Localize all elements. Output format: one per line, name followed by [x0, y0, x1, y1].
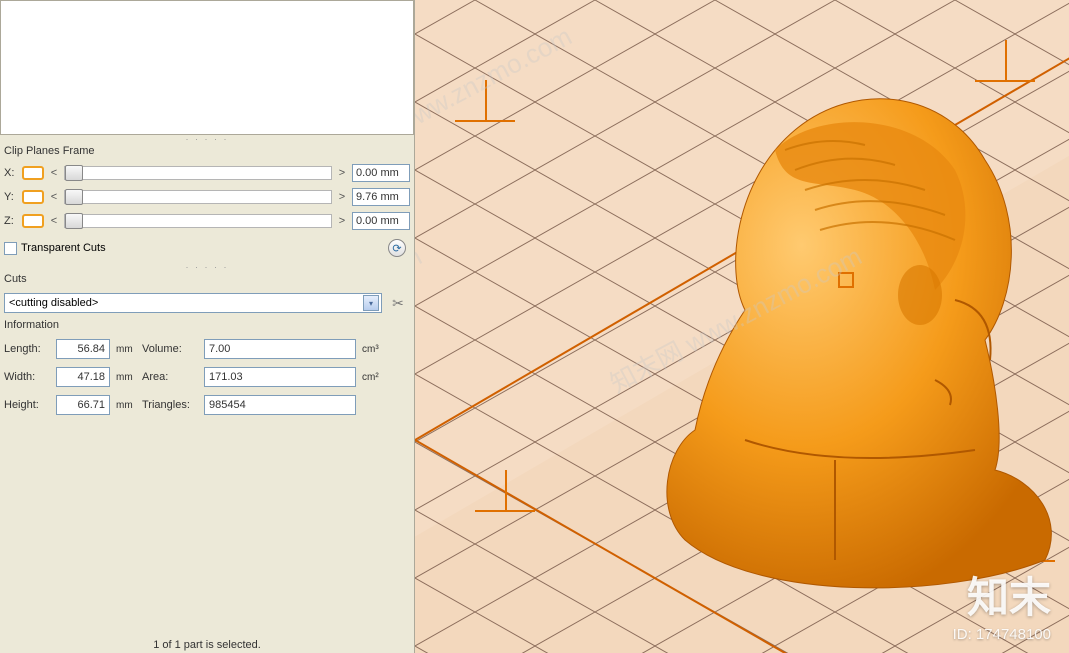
x-decrement[interactable]: < — [48, 167, 60, 179]
area-field[interactable] — [204, 367, 356, 387]
length-unit: mm — [116, 344, 136, 355]
selection-center-icon — [838, 272, 854, 288]
z-decrement[interactable]: < — [48, 215, 60, 227]
height-label: Height: — [4, 399, 50, 411]
transparent-cuts-label: Transparent Cuts — [21, 242, 106, 254]
y-increment[interactable]: > — [336, 191, 348, 203]
width-label: Width: — [4, 371, 50, 383]
panel-grip-2[interactable]: · · · · · — [0, 263, 414, 271]
length-label: Length: — [4, 343, 50, 355]
toggle-x[interactable] — [22, 166, 44, 180]
status-text: 1 of 1 part is selected. — [0, 639, 414, 651]
axis-x-label: X: — [4, 167, 18, 179]
z-increment[interactable]: > — [336, 215, 348, 227]
y-value-input[interactable] — [352, 188, 410, 206]
triangles-label: Triangles: — [142, 399, 198, 411]
watermark-brand: 知末 — [967, 564, 1051, 625]
clip-z-row: Z: < > — [0, 209, 414, 233]
toggle-y[interactable] — [22, 190, 44, 204]
width-unit: mm — [116, 372, 136, 383]
information-panel: Length: mm Volume: cm³ Width: mm Area: c… — [0, 335, 414, 423]
slider-z[interactable] — [64, 214, 332, 228]
slider-x[interactable] — [64, 166, 332, 180]
cuts-select-value: <cutting disabled> — [9, 297, 98, 309]
area-unit: cm² — [362, 372, 388, 383]
tree-placeholder — [0, 0, 414, 135]
area-label: Area: — [142, 371, 198, 383]
slider-y-thumb[interactable] — [65, 189, 83, 205]
information-title: Information — [0, 317, 414, 335]
volume-unit: cm³ — [362, 344, 388, 355]
slider-z-thumb[interactable] — [65, 213, 83, 229]
axis-marker-icon — [455, 80, 515, 140]
clip-planes-title: Clip Planes Frame — [0, 143, 414, 161]
scissors-icon[interactable]: ✂ — [388, 293, 408, 313]
chevron-down-icon[interactable]: ▾ — [363, 295, 379, 311]
slider-y[interactable] — [64, 190, 332, 204]
model-bust[interactable] — [595, 40, 1069, 600]
y-decrement[interactable]: < — [48, 191, 60, 203]
axis-y-label: Y: — [4, 191, 18, 203]
height-field[interactable] — [56, 395, 110, 415]
length-field[interactable] — [56, 339, 110, 359]
cuts-select[interactable]: <cutting disabled> ▾ — [4, 293, 382, 313]
x-increment[interactable]: > — [336, 167, 348, 179]
slider-x-thumb[interactable] — [65, 165, 83, 181]
volume-label: Volume: — [142, 343, 198, 355]
clip-x-row: X: < > — [0, 161, 414, 185]
z-value-input[interactable] — [352, 212, 410, 230]
panel-grip[interactable]: · · · · · — [0, 135, 414, 143]
width-field[interactable] — [56, 367, 110, 387]
axis-z-label: Z: — [4, 215, 18, 227]
left-panel: · · · · · Clip Planes Frame X: < > Y: < … — [0, 0, 415, 653]
x-value-input[interactable] — [352, 164, 410, 182]
refresh-icon[interactable]: ⟳ — [388, 239, 406, 257]
height-unit: mm — [116, 400, 136, 411]
toggle-z[interactable] — [22, 214, 44, 228]
viewport-3d[interactable]: 知末网 www.znzmo.com 知末网 www.znzmo.com 知末网 … — [415, 0, 1069, 653]
volume-field[interactable] — [204, 339, 356, 359]
cuts-title: Cuts — [0, 271, 414, 289]
transparent-cuts-checkbox[interactable] — [4, 242, 17, 255]
axis-marker-icon — [475, 470, 535, 530]
triangles-field[interactable] — [204, 395, 356, 415]
clip-y-row: Y: < > — [0, 185, 414, 209]
watermark-id: ID: 174748100 — [953, 626, 1051, 643]
